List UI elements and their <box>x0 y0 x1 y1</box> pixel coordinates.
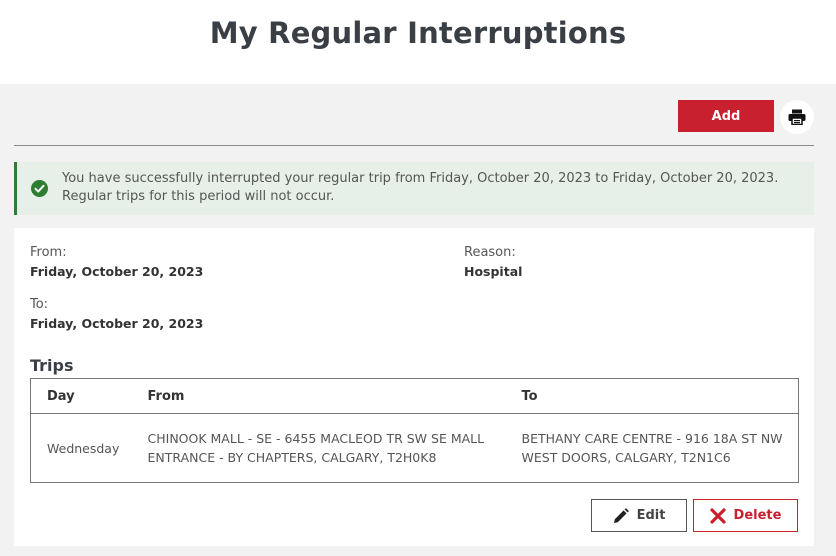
to-value: Friday, October 20, 2023 <box>30 316 204 331</box>
cell-from-line1: CHINOOK MALL - SE - 6455 MACLEOD TR SW S… <box>147 431 485 446</box>
from-value: Friday, October 20, 2023 <box>30 264 204 279</box>
interruption-card: From: Friday, October 20, 2023 Reason: H… <box>14 228 814 546</box>
trips-title: Trips <box>30 356 74 375</box>
reason-label: Reason: <box>464 245 516 260</box>
add-button[interactable]: Add <box>678 100 774 132</box>
success-alert: You have successfully interrupted your r… <box>14 162 814 215</box>
cell-from: CHINOOK MALL - SE - 6455 MACLEOD TR SW S… <box>132 414 506 483</box>
pencil-icon <box>613 507 629 523</box>
reason-value: Hospital <box>464 264 523 279</box>
x-icon <box>709 507 726 524</box>
trips-table: Day From To Wednesday CHINOOK MALL - SE … <box>30 378 799 483</box>
edit-label: Edit <box>636 508 666 523</box>
print-button[interactable] <box>780 100 814 134</box>
table-header-row: Day From To <box>30 378 799 414</box>
main-content: Add You have successfully interrupted yo… <box>0 84 836 556</box>
from-label: From: <box>30 245 67 260</box>
alert-message: You have successfully interrupted your r… <box>62 171 779 204</box>
column-header-to: To <box>505 378 799 414</box>
delete-label: Delete <box>733 508 782 523</box>
cell-from-line2: ENTRANCE - BY CHAPTERS, CALGARY, T2H0K8 <box>147 450 437 465</box>
page-title: My Regular Interruptions <box>209 16 627 50</box>
check-circle-icon <box>31 180 48 197</box>
column-header-day: Day <box>30 378 132 414</box>
toolbar: Add <box>14 84 814 146</box>
to-label: To: <box>30 297 49 312</box>
cell-to-line2: WEST DOORS, CALGARY, T2N1C6 <box>521 450 731 465</box>
cell-to: BETHANY CARE CENTRE - 916 18A ST NW WEST… <box>506 414 799 483</box>
column-header-from: From <box>131 378 506 414</box>
cell-day: Wednesday <box>47 440 120 456</box>
printer-icon <box>788 109 806 125</box>
delete-button[interactable]: Delete <box>693 499 798 532</box>
edit-button[interactable]: Edit <box>591 499 687 532</box>
cell-to-line1: BETHANY CARE CENTRE - 916 18A ST NW <box>521 431 783 446</box>
table-row: Wednesday CHINOOK MALL - SE - 6455 MACLE… <box>31 414 799 483</box>
page-header: My Regular Interruptions <box>0 0 836 84</box>
